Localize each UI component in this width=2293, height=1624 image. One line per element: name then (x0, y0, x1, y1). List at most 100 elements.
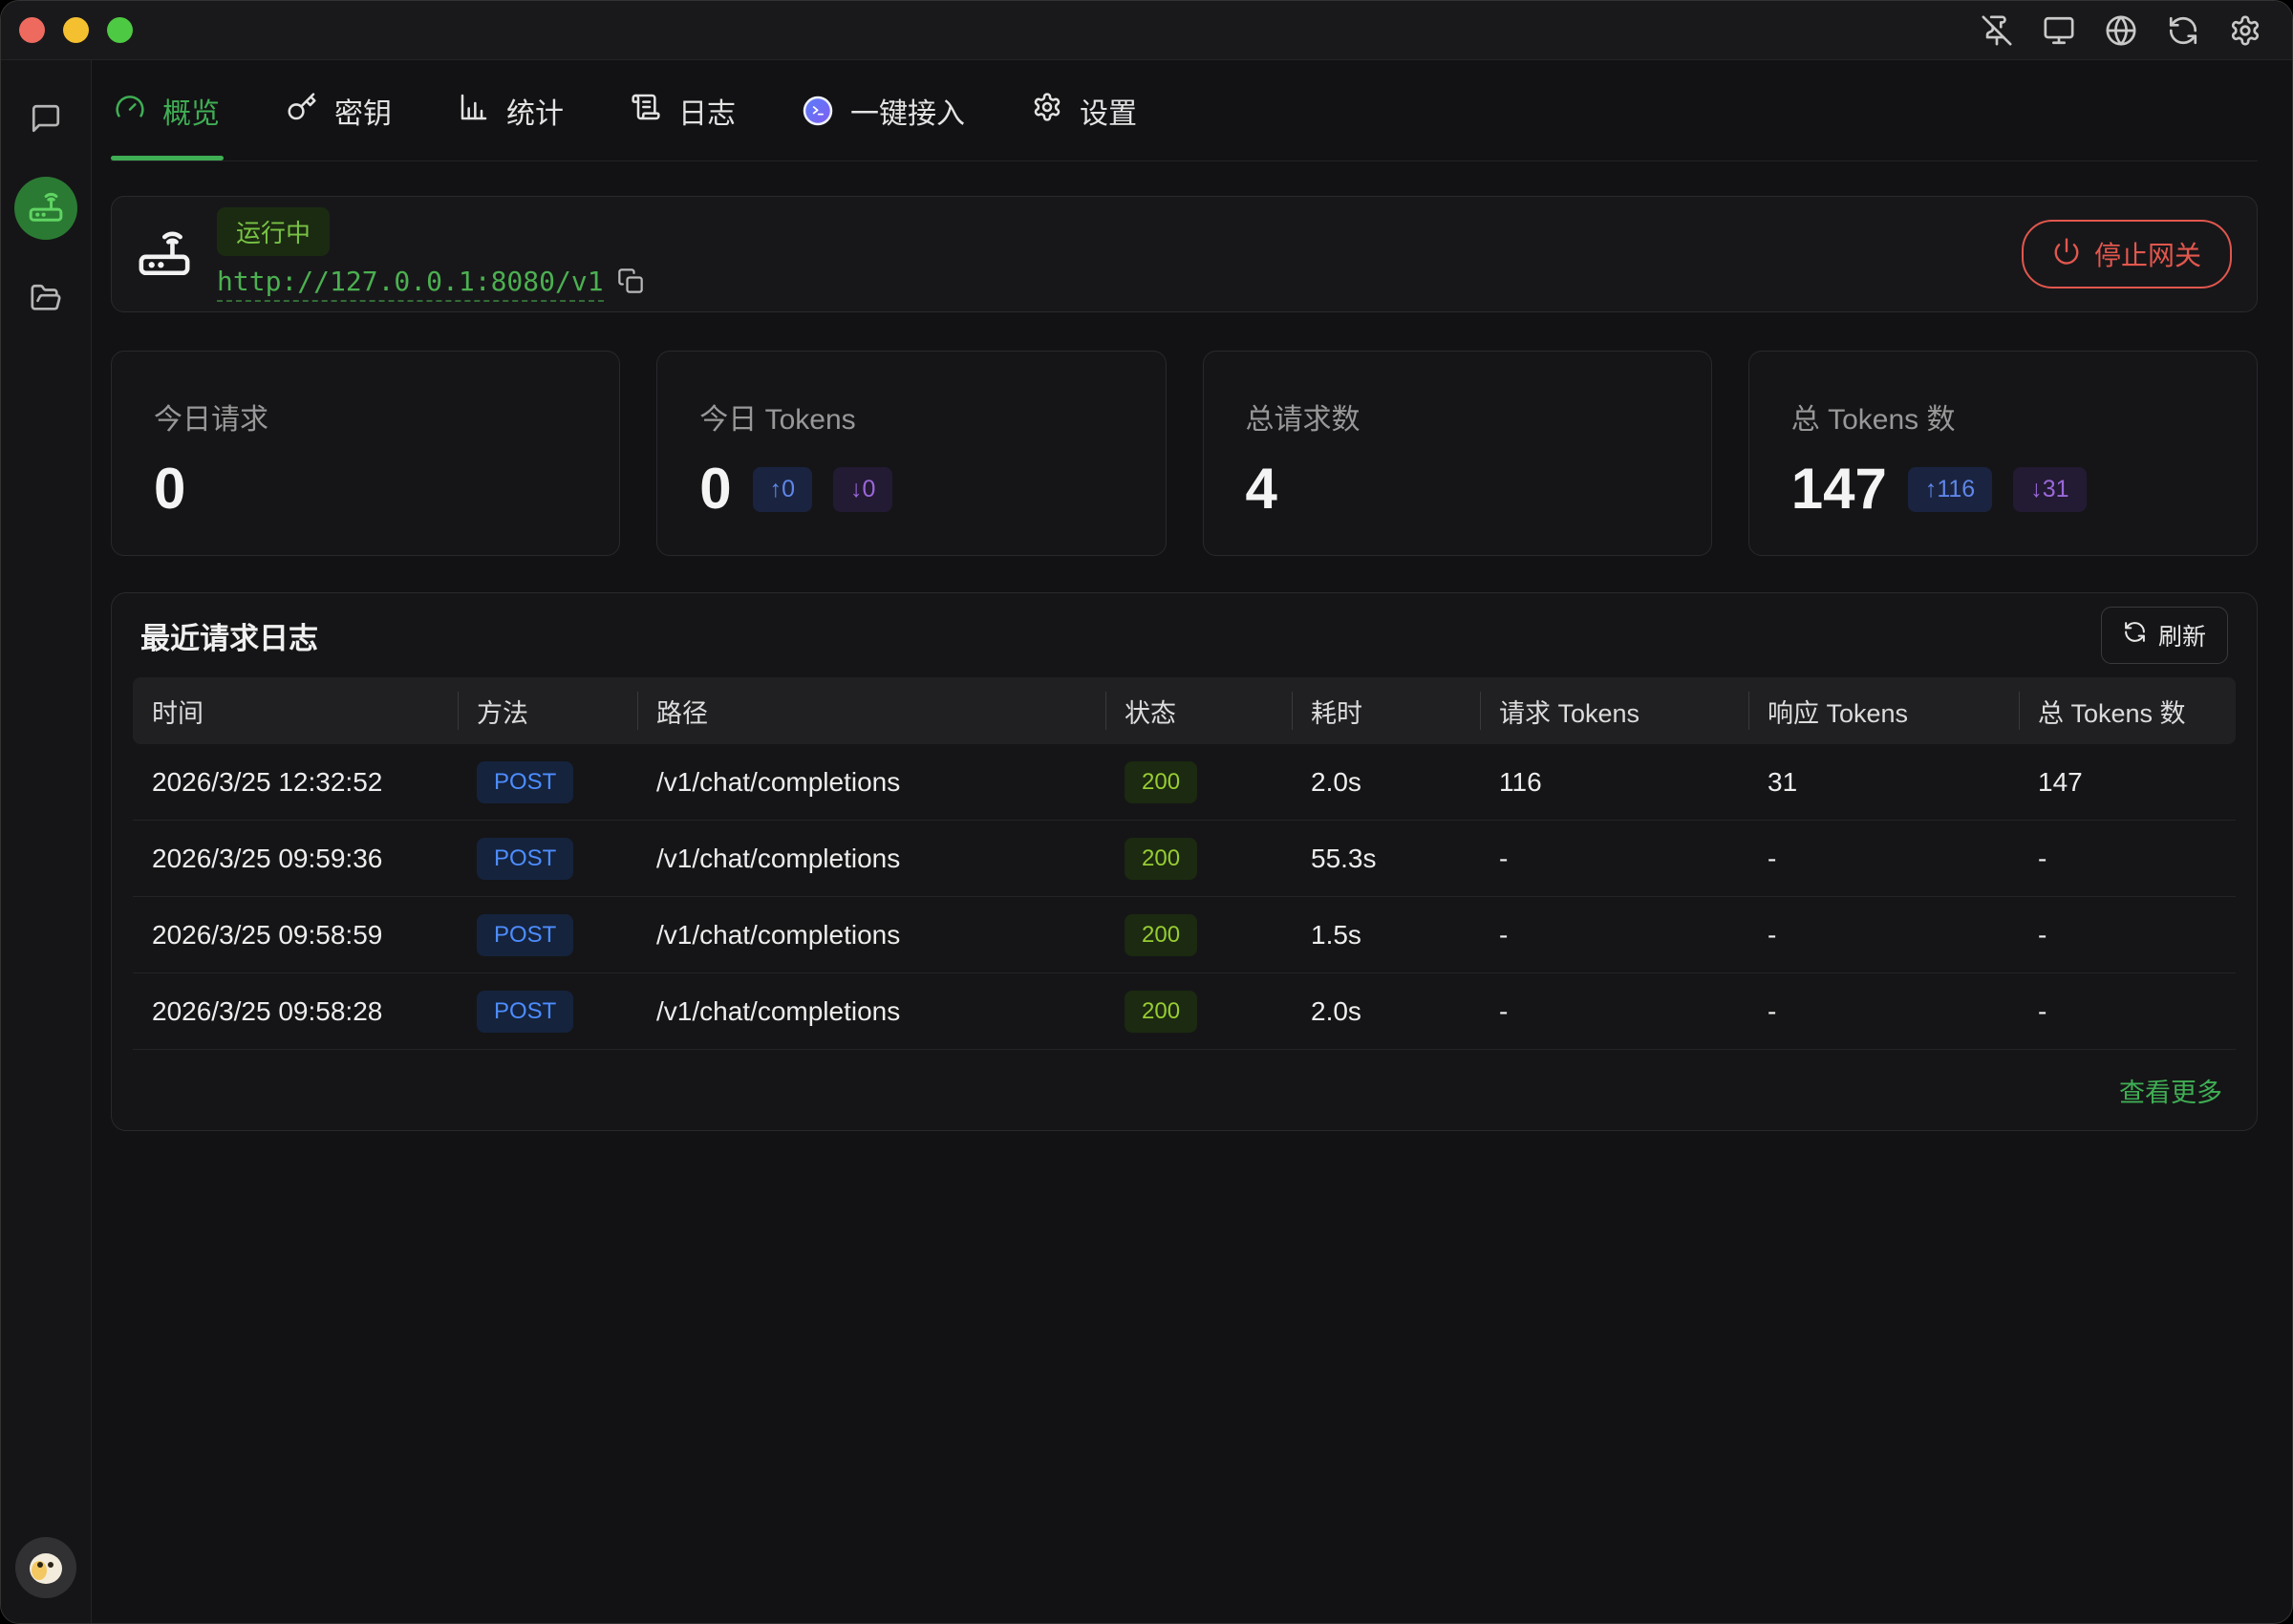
status-badge: 运行中 (217, 207, 330, 256)
owl-avatar-icon (15, 1537, 76, 1598)
power-icon (2052, 237, 2081, 272)
stat-card-total-requests: 总请求数 4 (1203, 351, 1712, 556)
tab-logs[interactable]: 日志 (627, 60, 739, 160)
gateway-url-link[interactable]: http://127.0.0.1:8080/v1 (217, 266, 604, 302)
stat-label: 今日 Tokens (699, 395, 1123, 438)
input-tokens-badge: ↑116 (1908, 467, 1992, 512)
close-window-button[interactable] (19, 17, 45, 43)
tab-label: 一键接入 (850, 90, 965, 132)
col-duration: 耗时 (1292, 693, 1480, 730)
refresh-label: 刷新 (2158, 618, 2206, 652)
view-more-link[interactable]: 查看更多 (2119, 1072, 2222, 1109)
status-code-badge: 200 (1125, 761, 1197, 803)
app-window: 概览 密钥 统计 日志 (0, 0, 2293, 1624)
cell-total-tokens: - (2019, 920, 2236, 951)
files-nav-button[interactable] (30, 282, 62, 314)
refresh-icon (2123, 620, 2147, 651)
assistant-avatar[interactable] (15, 1537, 76, 1598)
stat-value: 4 (1246, 460, 1277, 518)
gear-icon (1032, 92, 1062, 130)
method-badge: POST (477, 991, 573, 1033)
input-tokens-badge: ↑0 (753, 467, 812, 512)
cell-duration: 1.5s (1292, 920, 1480, 951)
tab-label: 设置 (1080, 90, 1137, 132)
tab-label: 密钥 (334, 90, 392, 132)
cell-duration: 55.3s (1292, 844, 1480, 874)
recent-logs-panel: 最近请求日志 刷新 时间 方法 路径 状态 耗时 请求 Tokens 响应 T (111, 592, 2258, 1131)
cell-time: 2026/3/25 09:58:59 (133, 920, 458, 951)
cell-response-tokens: 31 (1748, 767, 2019, 798)
col-method: 方法 (458, 693, 637, 730)
cell-duration: 2.0s (1292, 767, 1480, 798)
pin-off-icon[interactable] (1981, 14, 2013, 47)
status-code-badge: 200 (1125, 991, 1197, 1033)
stat-card-today-tokens: 今日 Tokens 0 ↑0 ↓0 (656, 351, 1166, 556)
stat-card-today-requests: 今日请求 0 (111, 351, 620, 556)
stat-label: 今日请求 (154, 395, 577, 438)
stat-card-total-tokens: 总 Tokens 数 147 ↑116 ↓31 (1748, 351, 2258, 556)
gear-icon[interactable] (2229, 14, 2261, 47)
table-row[interactable]: 2026/3/25 09:58:28 POST /v1/chat/complet… (133, 973, 2236, 1050)
refresh-logs-button[interactable]: 刷新 (2101, 607, 2228, 664)
stat-label: 总请求数 (1246, 395, 1669, 438)
tab-keys[interactable]: 密钥 (283, 60, 396, 160)
stat-value: 0 (154, 460, 185, 518)
tab-quick-connect[interactable]: 一键接入 (799, 60, 969, 160)
terminal-circle-icon (803, 96, 833, 126)
method-badge: POST (477, 761, 573, 803)
key-icon (287, 92, 317, 130)
bar-chart-icon (459, 92, 489, 130)
stat-value: 0 (699, 460, 731, 518)
cell-path: /v1/chat/completions (637, 767, 1105, 798)
stat-cards: 今日请求 0 今日 Tokens 0 ↑0 ↓0 总请求数 (111, 351, 2258, 556)
zoom-window-button[interactable] (107, 17, 133, 43)
stat-value: 147 (1791, 460, 1887, 518)
refresh-icon[interactable] (2167, 14, 2199, 47)
method-badge: POST (477, 838, 573, 880)
output-tokens-badge: ↓31 (2013, 467, 2086, 512)
minimize-window-button[interactable] (63, 17, 89, 43)
titlebar (1, 1, 2292, 60)
tab-overview[interactable]: 概览 (111, 60, 224, 160)
cell-request-tokens: - (1480, 844, 1748, 874)
cell-path: /v1/chat/completions (637, 996, 1105, 1027)
stat-label: 总 Tokens 数 (1791, 395, 2215, 438)
cell-path: /v1/chat/completions (637, 920, 1105, 951)
gateway-status-card: 运行中 http://127.0.0.1:8080/v1 停止网关 (111, 196, 2258, 312)
cell-total-tokens: - (2019, 844, 2236, 874)
status-code-badge: 200 (1125, 838, 1197, 880)
logs-table-header: 时间 方法 路径 状态 耗时 请求 Tokens 响应 Tokens 总 Tok… (133, 677, 2236, 744)
cell-time: 2026/3/25 09:59:36 (133, 844, 458, 874)
globe-icon[interactable] (2105, 14, 2137, 47)
table-row[interactable]: 2026/3/25 12:32:52 POST /v1/chat/complet… (133, 744, 2236, 821)
scroll-log-icon (631, 92, 661, 130)
col-path: 路径 (637, 693, 1105, 730)
titlebar-actions (1981, 14, 2292, 47)
tab-label: 概览 (162, 90, 220, 132)
tab-label: 日志 (678, 90, 736, 132)
output-tokens-badge: ↓0 (833, 467, 892, 512)
traffic-lights (1, 17, 133, 43)
gateway-nav-button-active[interactable] (14, 177, 77, 240)
stop-gateway-label: 停止网关 (2094, 235, 2201, 273)
monitor-icon[interactable] (2043, 14, 2075, 47)
tab-settings[interactable]: 设置 (1028, 60, 1141, 160)
table-row[interactable]: 2026/3/25 09:59:36 POST /v1/chat/complet… (133, 821, 2236, 897)
col-response-tokens: 响应 Tokens (1748, 693, 2019, 730)
cell-response-tokens: - (1748, 844, 2019, 874)
col-time: 时间 (133, 693, 458, 730)
tab-label: 统计 (506, 90, 564, 132)
router-icon (28, 188, 64, 229)
stop-gateway-button[interactable]: 停止网关 (2022, 220, 2232, 288)
col-status: 状态 (1105, 693, 1292, 730)
cell-time: 2026/3/25 12:32:52 (133, 767, 458, 798)
copy-icon[interactable] (617, 267, 644, 299)
cell-request-tokens: 116 (1480, 767, 1748, 798)
router-icon (137, 224, 192, 285)
table-row[interactable]: 2026/3/25 09:58:59 POST /v1/chat/complet… (133, 897, 2236, 973)
cell-total-tokens: 147 (2019, 767, 2236, 798)
logs-table: 时间 方法 路径 状态 耗时 请求 Tokens 响应 Tokens 总 Tok… (133, 677, 2236, 1050)
cell-duration: 2.0s (1292, 996, 1480, 1027)
tab-stats[interactable]: 统计 (455, 60, 568, 160)
chat-nav-button[interactable] (30, 102, 62, 135)
